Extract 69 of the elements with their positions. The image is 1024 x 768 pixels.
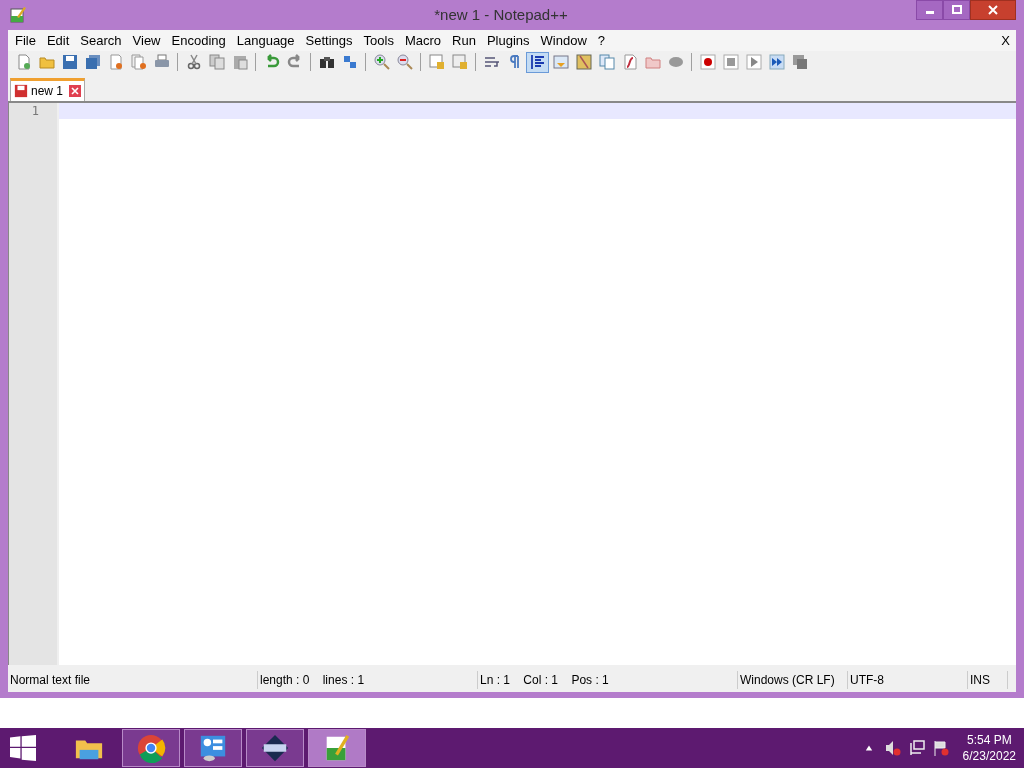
close-icon[interactable]	[69, 85, 82, 97]
maximize-button[interactable]	[943, 0, 970, 20]
menu-item[interactable]: Language	[231, 30, 300, 51]
taskbar-app[interactable]	[246, 729, 304, 767]
folder-icon	[644, 54, 661, 70]
word-wrap-icon	[483, 54, 500, 70]
zoom-out-icon	[396, 54, 413, 70]
function-document-icon	[621, 54, 638, 70]
line-number: 1	[30, 103, 40, 119]
caret-up-icon[interactable]	[864, 744, 873, 752]
menu-item[interactable]: ?	[592, 30, 611, 51]
status-field: Windows (CR LF)	[738, 671, 848, 689]
status-field: Normal text file	[8, 671, 258, 689]
clock-time: 5:54 PM	[966, 732, 1012, 748]
menu-item[interactable]: Encoding	[166, 30, 231, 51]
document-tab[interactable]: new 1	[10, 78, 86, 101]
binoculars-icon	[318, 54, 335, 70]
zoom-in-icon	[373, 54, 390, 70]
taskbar-app[interactable]	[122, 729, 180, 767]
menu-item[interactable]: Plugins	[481, 30, 535, 51]
flag-icon[interactable]	[932, 740, 949, 756]
folder-icon	[38, 54, 55, 70]
scissors-icon	[185, 54, 202, 70]
redo-arrow-icon	[286, 54, 303, 70]
stop-icon	[722, 54, 739, 70]
close-icon	[988, 5, 998, 15]
close-button[interactable]	[970, 0, 1016, 20]
minimize-button[interactable]	[916, 0, 943, 20]
windows-logo-icon[interactable]	[10, 735, 36, 761]
printer-icon	[153, 54, 170, 70]
window-title: *new 1 - Notepad++	[433, 4, 569, 25]
documents-icon	[598, 54, 615, 70]
taskbar-app[interactable]	[184, 729, 242, 767]
oval-icon	[667, 54, 684, 70]
menu-item[interactable]: Edit	[41, 30, 75, 51]
floppy-disks-icon	[84, 54, 101, 70]
notepad-icon	[10, 7, 26, 23]
play-icon	[745, 54, 762, 70]
close-document-button[interactable]: X	[997, 30, 1014, 51]
menu-item[interactable]: File	[10, 30, 41, 51]
document-close-icon	[107, 54, 124, 70]
menu-item[interactable]: Macro	[399, 30, 447, 51]
status-field: length : 0 lines : 1	[258, 671, 478, 689]
speaker-muted-icon[interactable]	[884, 740, 901, 756]
status-field: Ln : 1 Col : 1 Pos : 1	[478, 671, 738, 689]
record-icon	[699, 54, 716, 70]
menu-item[interactable]: Search	[75, 30, 127, 51]
editor-area[interactable]: 1	[8, 101, 1016, 665]
clock-date: 6/23/2022	[962, 748, 1016, 764]
maximize-icon	[951, 5, 962, 15]
diamond-logo-icon	[260, 733, 290, 763]
copy-icon	[208, 54, 225, 70]
status-field: INS	[968, 671, 1008, 689]
menu-item[interactable]: Tools	[358, 30, 399, 51]
chrome-icon	[136, 733, 166, 763]
menu-item[interactable]: Settings	[300, 30, 358, 51]
control-panel-icon	[198, 733, 228, 763]
fast-forward-icon	[768, 54, 785, 70]
status-field: UTF-8	[848, 671, 968, 689]
toolbar-button[interactable]	[526, 51, 549, 73]
indent-guide-icon	[529, 54, 546, 70]
clipboard-icon	[231, 54, 248, 70]
menu-item[interactable]: Window	[535, 30, 592, 51]
network-icon[interactable]	[908, 740, 925, 756]
documents-close-icon	[130, 54, 147, 70]
window-icon	[552, 54, 569, 70]
menu-item[interactable]: Run	[447, 30, 481, 51]
menu-item[interactable]: View	[127, 30, 166, 51]
new-file-icon	[15, 54, 32, 70]
